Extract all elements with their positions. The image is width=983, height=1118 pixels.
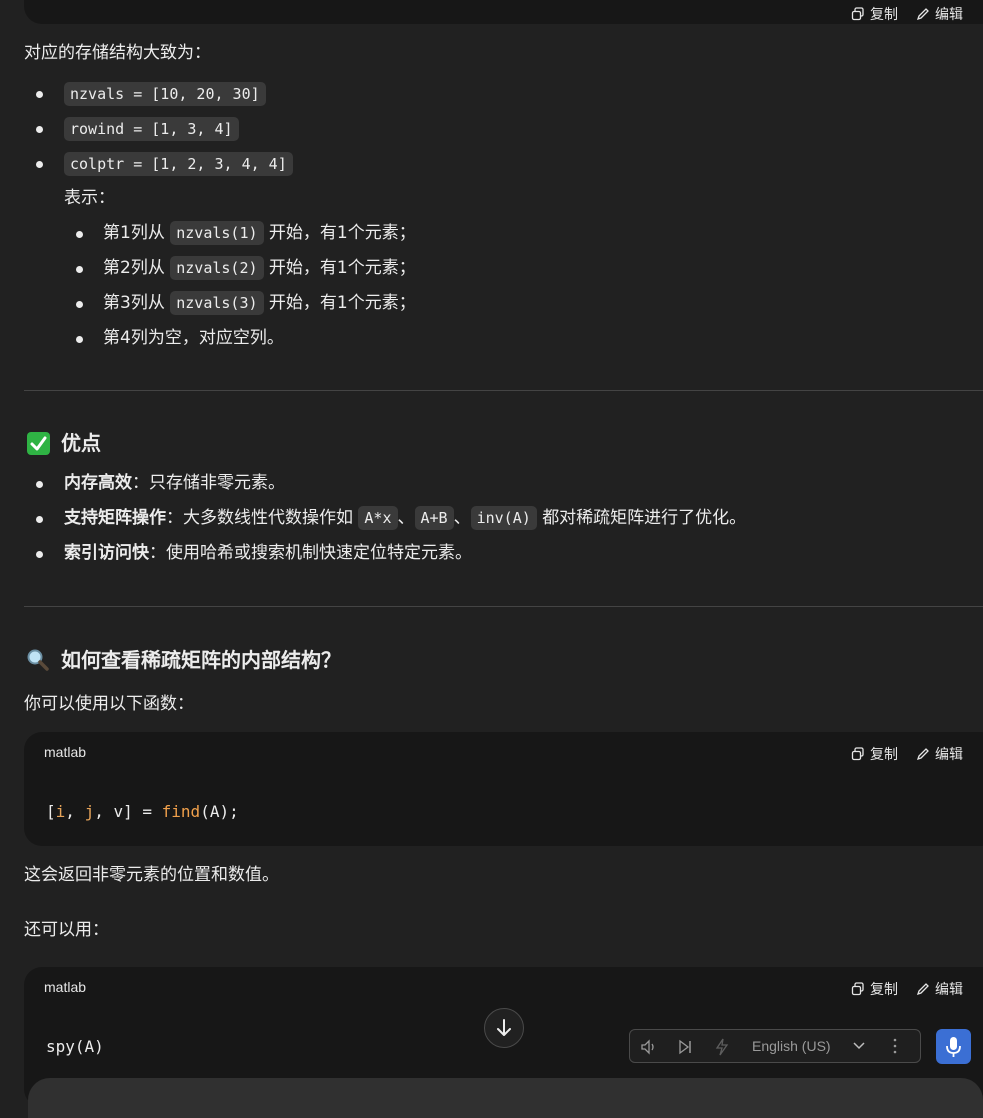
- edit-button[interactable]: 编辑: [916, 4, 963, 24]
- pencil-icon: [916, 748, 929, 761]
- pencil-icon: [916, 8, 929, 21]
- lightning-icon[interactable]: [715, 1038, 729, 1056]
- advantage-item: 索引访问快：使用哈希或搜索机制快速定位特定元素。: [64, 543, 472, 563]
- code-block-find: matlab 复制 编辑 [i, j, v] = find(A);: [24, 732, 983, 846]
- code-inline: inv(A): [470, 506, 537, 530]
- storage-intro: 对应的存储结构大致为：: [24, 43, 211, 63]
- edit-button[interactable]: 编辑: [916, 744, 963, 764]
- edit-button[interactable]: 编辑: [916, 979, 963, 999]
- code-line[interactable]: spy(A): [46, 1037, 104, 1056]
- advantage-item: 支持矩阵操作：大多数线性代数操作如 A*x、 A+B、 inv(A) 都对稀疏矩阵进…: [64, 506, 747, 530]
- bullet-dot: [36, 161, 43, 168]
- scroll-down-button[interactable]: [484, 1008, 524, 1048]
- code-actions: 复制 编辑: [851, 4, 963, 24]
- also-label: 还可以用：: [24, 920, 109, 940]
- copy-label: 复制: [870, 6, 898, 22]
- copy-button[interactable]: 复制: [851, 979, 898, 999]
- bullet-dot: [76, 336, 83, 343]
- bullet-dot: [76, 266, 83, 273]
- copy-label: 复制: [870, 981, 898, 997]
- code-language: matlab: [44, 979, 87, 995]
- inspect-intro: 你可以使用以下函数：: [24, 694, 194, 714]
- language-select[interactable]: English (US): [752, 1038, 831, 1054]
- copy-button[interactable]: 复制: [851, 4, 898, 24]
- divider: [24, 606, 983, 607]
- bullet-dot: [36, 516, 43, 523]
- code-nzvals: nzvals = [10, 20, 30]: [64, 82, 266, 106]
- code-line[interactable]: [i, j, v] = find(A);: [46, 802, 239, 821]
- copy-icon: [851, 982, 864, 996]
- bullet-dot: [36, 91, 43, 98]
- code-actions: 复制 编辑: [851, 744, 963, 764]
- edit-label: 编辑: [935, 746, 963, 762]
- code-inline: A*x: [358, 506, 398, 530]
- code-colptr: colptr = [1, 2, 3, 4, 4]: [64, 152, 293, 176]
- arrow-down-icon: [497, 1019, 511, 1036]
- code-actions: 复制 编辑: [851, 979, 963, 999]
- column-item: 第4列为空，对应空列。: [103, 328, 284, 348]
- code-inline: nzvals(2): [170, 256, 264, 280]
- code-rowind: rowind = [1, 3, 4]: [64, 117, 239, 141]
- edit-label: 编辑: [935, 6, 963, 22]
- bullet-dot: [36, 551, 43, 558]
- microphone-button[interactable]: [936, 1029, 971, 1064]
- magnifier-icon: [26, 648, 50, 677]
- skip-icon[interactable]: [677, 1039, 693, 1055]
- tts-toolbar: English (US): [629, 1029, 921, 1063]
- pencil-icon: [916, 983, 929, 996]
- advantages-title: 优点: [61, 431, 101, 455]
- means-label: 表示：: [64, 188, 115, 208]
- column-item: 第1列从 nzvals(1) 开始，有1个元素；: [103, 221, 416, 245]
- microphone-icon: [946, 1037, 961, 1057]
- check-icon: [27, 432, 50, 455]
- code-inline: A+B: [414, 506, 454, 530]
- column-item: 第3列从 nzvals(3) 开始，有1个元素；: [103, 291, 416, 315]
- copy-label: 复制: [870, 746, 898, 762]
- more-options-icon[interactable]: [892, 1037, 898, 1055]
- chevron-down-icon[interactable]: [853, 1041, 865, 1051]
- divider: [24, 390, 983, 391]
- bullet-dot: [36, 126, 43, 133]
- code-language: matlab: [44, 744, 87, 760]
- code-inline: nzvals(3): [170, 291, 264, 315]
- message-composer[interactable]: [28, 1078, 983, 1118]
- copy-icon: [851, 7, 864, 21]
- find-description: 这会返回非零元素的位置和数值。: [24, 865, 279, 885]
- bullet-dot: [36, 481, 43, 488]
- speaker-icon[interactable]: [640, 1039, 658, 1055]
- advantage-item: 内存高效：只存储非零元素。: [64, 473, 285, 493]
- copy-button[interactable]: 复制: [851, 744, 898, 764]
- column-item: 第2列从 nzvals(2) 开始，有1个元素；: [103, 256, 416, 280]
- code-inline: nzvals(1): [170, 221, 264, 245]
- bullet-dot: [76, 231, 83, 238]
- code-block-previous: 复制 编辑: [24, 0, 983, 24]
- copy-icon: [851, 747, 864, 761]
- bullet-dot: [76, 301, 83, 308]
- edit-label: 编辑: [935, 981, 963, 997]
- inspect-title: 如何查看稀疏矩阵的内部结构？: [61, 648, 341, 672]
